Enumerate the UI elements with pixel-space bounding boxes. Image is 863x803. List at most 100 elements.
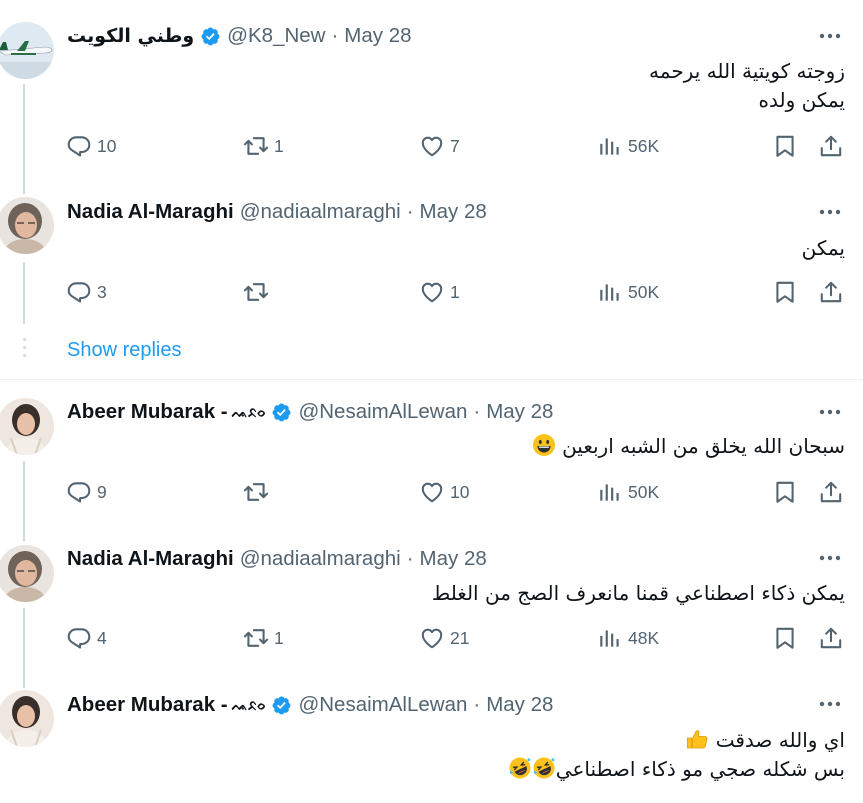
reply-count: 10 bbox=[97, 135, 117, 156]
share-button[interactable] bbox=[818, 133, 844, 159]
separator: · bbox=[406, 547, 414, 570]
reply-button[interactable]: 10 bbox=[66, 133, 116, 159]
author-name[interactable]: Abeer Mubarak - bbox=[67, 400, 228, 424]
tweet-date[interactable]: May 28 bbox=[344, 24, 411, 48]
tweet-text: سبحان الله يخلق من الشبه اربعين bbox=[532, 432, 845, 461]
tweet-date[interactable]: May 28 bbox=[486, 400, 553, 424]
tweet[interactable]: Abeer Mubarak - ᨕᨅᨔ @NesaimAlLewan · May… bbox=[0, 380, 863, 541]
tweet-header: Abeer Mubarak - ᨕᨅᨔ @NesaimAlLewan · May… bbox=[67, 398, 813, 426]
avatar[interactable] bbox=[0, 197, 54, 254]
airplane-avatar-icon bbox=[0, 22, 54, 79]
tweet-line: يمكن ذكاء اصطناعي قمنا مانعرف الصج من ال… bbox=[431, 581, 845, 605]
tweet-line: بس شكله صجي مو ذكاء اصطناعي bbox=[508, 755, 845, 784]
action-bar: 9 10 50K bbox=[66, 479, 846, 509]
avatar[interactable] bbox=[0, 22, 54, 79]
reply-button[interactable]: 9 bbox=[66, 479, 107, 505]
views-icon bbox=[597, 279, 623, 305]
views-count: 56K bbox=[628, 135, 660, 156]
reply-icon bbox=[66, 279, 92, 305]
views-count: 50K bbox=[628, 481, 660, 502]
tweet[interactable]: Nadia Al-Maraghi @nadiaalmaraghi · May 2… bbox=[0, 526, 863, 688]
author-handle[interactable]: @NesaimAlLewan bbox=[298, 400, 467, 424]
reply-icon bbox=[66, 479, 92, 505]
bookmark-icon bbox=[772, 625, 798, 651]
retweet-icon bbox=[243, 625, 269, 651]
more-icon[interactable] bbox=[817, 202, 843, 222]
tweet-date[interactable]: May 28 bbox=[420, 200, 487, 224]
retweet-button[interactable] bbox=[243, 479, 274, 505]
share-button[interactable] bbox=[818, 279, 844, 305]
share-button[interactable] bbox=[818, 625, 844, 651]
bookmark-button[interactable] bbox=[772, 133, 798, 159]
verified-badge-icon bbox=[271, 402, 292, 423]
bookmark-button[interactable] bbox=[772, 625, 798, 651]
tweet-date[interactable]: May 28 bbox=[486, 693, 553, 717]
retweet-count: 1 bbox=[274, 627, 284, 648]
retweet-button[interactable]: 1 bbox=[243, 625, 284, 651]
reply-icon bbox=[66, 133, 92, 159]
share-icon bbox=[818, 479, 844, 505]
verified-badge-icon bbox=[271, 695, 292, 716]
tweet[interactable]: وطني الكويت @K8_New · May 28 زوجته كويتي… bbox=[0, 0, 863, 194]
more-icon[interactable] bbox=[817, 26, 843, 46]
more-icon[interactable] bbox=[817, 548, 843, 568]
separator: · bbox=[473, 693, 481, 716]
views-button[interactable]: 50K bbox=[597, 279, 659, 305]
like-icon bbox=[419, 279, 445, 305]
tweet-line-text: اي والله صدقت bbox=[715, 728, 845, 752]
share-icon bbox=[818, 133, 844, 159]
share-button[interactable] bbox=[818, 479, 844, 505]
author-handle[interactable]: @nadiaalmaraghi bbox=[240, 547, 401, 571]
retweet-icon bbox=[243, 279, 269, 305]
person-avatar-icon bbox=[0, 545, 54, 602]
like-icon bbox=[419, 625, 445, 651]
more-icon[interactable] bbox=[817, 402, 843, 422]
bookmark-icon bbox=[772, 479, 798, 505]
person-avatar-icon bbox=[0, 690, 54, 747]
author-handle[interactable]: @nadiaalmaraghi bbox=[240, 200, 401, 224]
tweet[interactable]: Abeer Mubarak - ᨕᨅᨔ @NesaimAlLewan · May… bbox=[0, 672, 863, 803]
more-icon[interactable] bbox=[817, 694, 843, 714]
avatar[interactable] bbox=[0, 545, 54, 602]
views-button[interactable]: 50K bbox=[597, 479, 659, 505]
author-name[interactable]: Nadia Al-Maraghi bbox=[67, 200, 234, 224]
tweet-text: يمكن ذكاء اصطناعي قمنا مانعرف الصج من ال… bbox=[432, 579, 845, 608]
tweet-line: يمكن bbox=[801, 236, 845, 260]
name-emblem: ᨕᨅᨔ bbox=[231, 696, 267, 713]
views-icon bbox=[597, 625, 623, 651]
author-name[interactable]: Nadia Al-Maraghi bbox=[67, 547, 234, 571]
bookmark-icon bbox=[772, 133, 798, 159]
author-handle[interactable]: @K8_New bbox=[227, 24, 325, 48]
tweet-line: يمكن ولده bbox=[758, 88, 845, 112]
author-name[interactable]: Abeer Mubarak - bbox=[67, 693, 228, 717]
avatar[interactable] bbox=[0, 398, 54, 455]
separator: · bbox=[406, 200, 414, 223]
like-button[interactable]: 10 bbox=[419, 479, 469, 505]
views-button[interactable]: 48K bbox=[597, 625, 659, 651]
author-name[interactable]: وطني الكويت bbox=[67, 25, 194, 47]
tweet-header: Abeer Mubarak - ᨕᨅᨔ @NesaimAlLewan · May… bbox=[67, 691, 813, 719]
grinning-face-emoji bbox=[532, 433, 556, 457]
like-icon bbox=[419, 479, 445, 505]
like-button[interactable]: 21 bbox=[419, 625, 469, 651]
tweet-date[interactable]: May 28 bbox=[420, 547, 487, 571]
reply-button[interactable]: 3 bbox=[66, 279, 107, 305]
name-emblem: ᨕᨅᨔ bbox=[231, 403, 267, 420]
like-button[interactable]: 1 bbox=[419, 279, 460, 305]
bookmark-button[interactable] bbox=[772, 279, 798, 305]
reply-count: 4 bbox=[97, 627, 107, 648]
like-button[interactable]: 7 bbox=[419, 133, 460, 159]
views-icon bbox=[597, 133, 623, 159]
retweet-button[interactable] bbox=[243, 279, 274, 305]
avatar[interactable] bbox=[0, 690, 54, 747]
tweet-text: يمكن bbox=[802, 234, 845, 263]
reply-button[interactable]: 4 bbox=[66, 625, 107, 651]
bookmark-button[interactable] bbox=[772, 479, 798, 505]
author-handle[interactable]: @NesaimAlLewan bbox=[298, 693, 467, 717]
thread-dots bbox=[23, 338, 27, 362]
retweet-icon bbox=[243, 479, 269, 505]
views-button[interactable]: 56K bbox=[597, 133, 659, 159]
show-replies-link[interactable]: Show replies bbox=[67, 339, 182, 362]
tweet-line-text: بس شكله صجي مو ذكاء اصطناعي bbox=[555, 757, 845, 781]
retweet-button[interactable]: 1 bbox=[243, 133, 284, 159]
